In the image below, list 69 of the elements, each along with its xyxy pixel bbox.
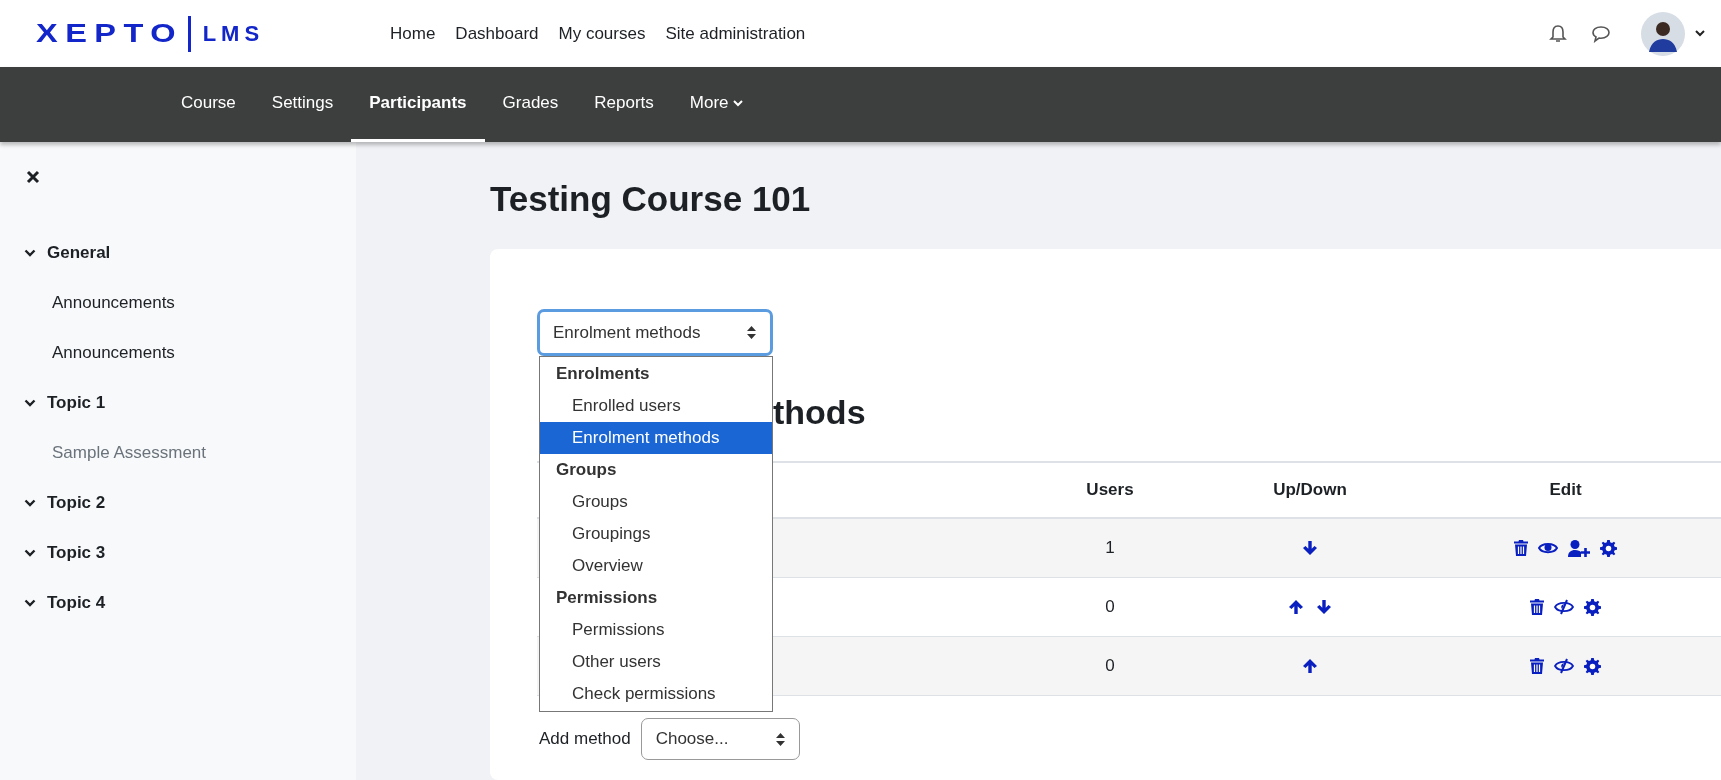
sidebar-item[interactable]: Announcements <box>52 290 175 316</box>
chevron-down-icon <box>24 549 36 557</box>
avatar[interactable] <box>1641 11 1685 56</box>
nav-link[interactable]: My courses <box>558 20 646 47</box>
option-group-label: Enrolments <box>556 363 650 386</box>
table-cell-text: 0 <box>1105 596 1115 619</box>
arrow-up-icon[interactable] <box>1288 599 1304 615</box>
chevron-down-icon <box>24 499 36 507</box>
dropdown-option[interactable]: Permissions <box>540 614 772 646</box>
logo-text[interactable]: XEPTO <box>36 14 184 53</box>
sort-arrows-icon <box>775 732 785 746</box>
dropdown-option[interactable]: Check permissions <box>540 678 772 710</box>
eye-slash-icon[interactable] <box>1554 658 1574 674</box>
arrow-down-icon[interactable] <box>1316 599 1332 615</box>
sidebar-section[interactable]: General <box>24 228 356 278</box>
trash-icon[interactable] <box>1530 658 1544 674</box>
logo-text[interactable]: LMS <box>202 17 265 50</box>
trash-icon[interactable] <box>1514 540 1528 556</box>
nav-tab[interactable]: Participants <box>351 67 485 142</box>
gear-icon[interactable] <box>1584 657 1601 675</box>
gear-icon[interactable] <box>1600 539 1617 557</box>
section-heading: thods <box>773 392 867 433</box>
close-icon[interactable] <box>26 170 40 184</box>
column-header: Up/Down <box>1273 479 1347 502</box>
bell-icon[interactable] <box>1549 23 1567 44</box>
option-group-label: Groups <box>556 459 617 482</box>
sidebar-item[interactable]: Sample Assessment <box>52 440 206 466</box>
caret-icon <box>732 99 743 107</box>
nav-link[interactable]: Site administration <box>665 20 806 47</box>
table-cell-text: 0 <box>1105 655 1115 678</box>
option-group-label: Permissions <box>556 587 658 610</box>
nav-link[interactable]: Dashboard <box>455 20 539 47</box>
page-title: Testing Course 101 <box>490 178 812 220</box>
column-header: Users <box>1086 479 1134 502</box>
add-method-select[interactable]: Choose... <box>640 718 800 760</box>
column-header: Edit <box>1549 479 1582 502</box>
nav-link[interactable]: Home <box>390 20 436 47</box>
chevron-down-icon <box>24 399 36 407</box>
caret-icon[interactable] <box>1695 30 1705 37</box>
nav-tab[interactable]: More <box>671 67 761 142</box>
sidebar-section[interactable]: Topic 4 <box>24 578 356 628</box>
add-method-label: Add method <box>539 728 631 751</box>
table-cell-text: 1 <box>1105 537 1115 560</box>
sort-arrows-icon <box>747 326 756 339</box>
nav-tab[interactable]: Course <box>163 67 254 142</box>
dropdown-option[interactable]: Enrolment methods <box>540 422 772 454</box>
chat-icon[interactable] <box>1591 24 1611 43</box>
sidebar-section[interactable]: Topic 3 <box>24 528 356 578</box>
sidebar-section[interactable]: Topic 2 <box>24 478 356 528</box>
sidebar-item[interactable]: Announcements <box>52 340 175 366</box>
nav-tab[interactable]: Grades <box>484 67 577 142</box>
page-select[interactable]: Enrolment methods <box>537 309 773 356</box>
chevron-down-icon <box>24 249 36 257</box>
sidebar-section[interactable]: Topic 1 <box>24 378 356 428</box>
dropdown-option[interactable]: Other users <box>540 646 772 678</box>
dropdown-option[interactable]: Groups <box>540 486 772 518</box>
trash-icon[interactable] <box>1530 599 1544 615</box>
dropdown-option[interactable]: Enrolled users <box>540 390 772 422</box>
arrow-down-icon[interactable] <box>1302 540 1318 556</box>
chevron-down-icon <box>24 599 36 607</box>
eye-slash-icon[interactable] <box>1554 599 1574 615</box>
dropdown-option[interactable]: Overview <box>540 550 772 582</box>
arrow-up-icon[interactable] <box>1302 658 1318 674</box>
nav-tab[interactable]: Settings <box>253 67 352 142</box>
user-plus-icon[interactable] <box>1568 539 1590 557</box>
gear-icon[interactable] <box>1584 598 1601 616</box>
dropdown-option[interactable]: Groupings <box>540 518 772 550</box>
eye-icon[interactable] <box>1538 541 1558 555</box>
nav-tab[interactable]: Reports <box>576 67 672 142</box>
